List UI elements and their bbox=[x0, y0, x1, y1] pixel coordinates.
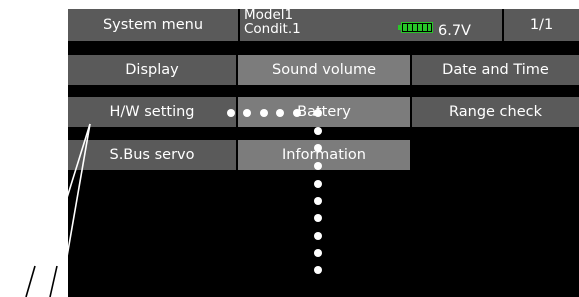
voltage-readout: 6.7V bbox=[438, 23, 471, 39]
hw-setting-button[interactable]: H/W setting bbox=[68, 97, 236, 127]
sbus-servo-button[interactable]: S.Bus servo bbox=[68, 140, 236, 170]
range-check-button[interactable]: Range check bbox=[412, 97, 579, 127]
transmitter-screen: System menu Model1 Condit.1 6.7V 1/1 Dis… bbox=[68, 8, 579, 297]
sound-volume-button[interactable]: Sound volume bbox=[238, 55, 410, 85]
battery-icon bbox=[398, 22, 434, 33]
menu-title: System menu bbox=[102, 17, 204, 33]
date-and-time-button[interactable]: Date and Time bbox=[412, 55, 579, 85]
condition-name: Condit.1 bbox=[244, 21, 301, 37]
display-button[interactable]: Display bbox=[68, 55, 236, 85]
menu-title-box: System menu bbox=[68, 9, 238, 41]
page-indicator: 1/1 bbox=[529, 17, 554, 33]
page-indicator-box: 1/1 bbox=[504, 9, 579, 41]
model-info-box: Model1 Condit.1 6.7V bbox=[240, 8, 502, 41]
battery-button[interactable]: Battery bbox=[238, 97, 410, 127]
information-button[interactable]: Information bbox=[238, 140, 410, 170]
battery-level-fill bbox=[403, 24, 431, 31]
